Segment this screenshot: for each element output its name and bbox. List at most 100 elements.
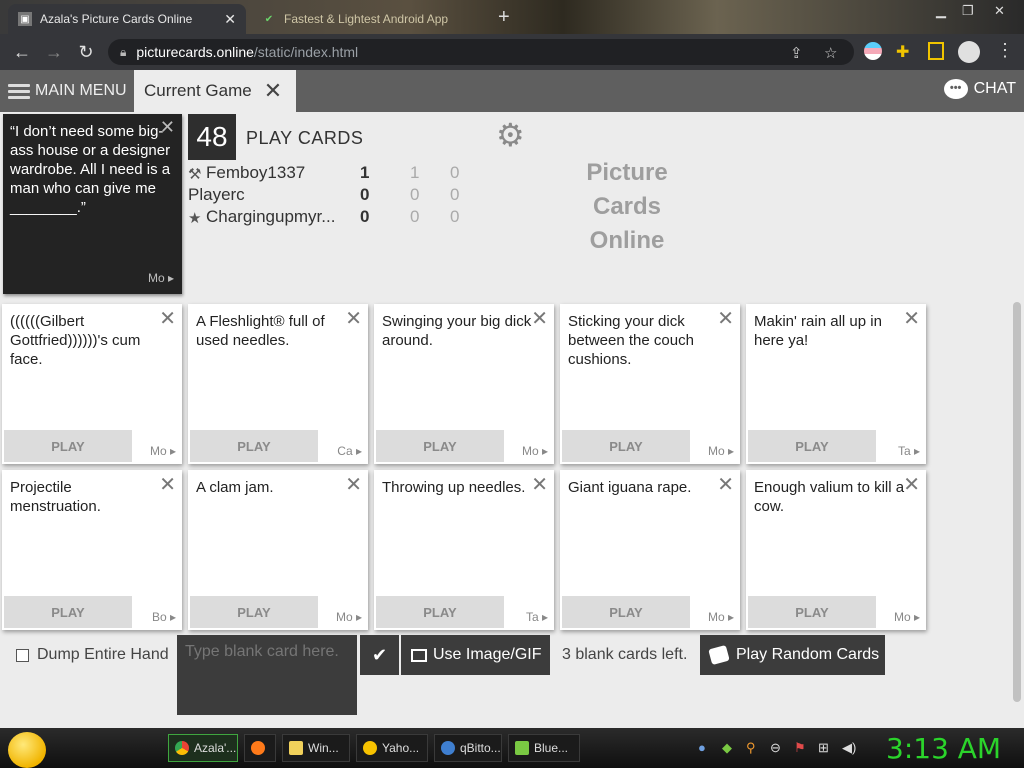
tab-current-game[interactable]: Current Game ✕ <box>134 70 296 112</box>
close-icon[interactable]: ✕ <box>531 472 548 497</box>
white-card[interactable]: ((((((Gilbert Gottfried))))))'s cum face… <box>2 304 182 464</box>
task-firefox[interactable] <box>244 734 276 762</box>
play-random-button[interactable]: Play Random Cards <box>700 635 885 675</box>
sidebar-panel-icon[interactable] <box>928 42 944 60</box>
play-button[interactable]: PLAY <box>748 596 876 628</box>
minus-tray-icon[interactable]: ⊖ <box>770 740 781 756</box>
white-card[interactable]: Makin' rain all up in here ya! ✕ PLAY Ta… <box>746 304 926 464</box>
play-button[interactable]: PLAY <box>376 596 504 628</box>
new-tab-button[interactable]: + <box>498 6 510 28</box>
dump-hand-checkbox[interactable]: Dump Entire Hand <box>16 646 169 664</box>
more-menu-icon[interactable]: ⋮ <box>996 40 1014 61</box>
qbittorrent-icon <box>441 741 455 755</box>
firefox-icon <box>251 741 265 755</box>
volume-tray-icon[interactable]: ◀) <box>842 740 856 756</box>
close-window-icon[interactable]: ✕ <box>994 3 1005 19</box>
profile-avatar-icon[interactable] <box>958 41 980 63</box>
bookmark-star-icon[interactable]: ☆ <box>824 44 837 62</box>
network-tray-icon[interactable]: ⊞ <box>818 740 829 756</box>
dice-icon <box>708 644 730 666</box>
chat-label: CHAT <box>973 80 1016 97</box>
white-card[interactable]: Swinging your big dick around. ✕ PLAY Mo… <box>374 304 554 464</box>
chat-button[interactable]: ••• CHAT <box>943 79 1016 99</box>
close-icon[interactable]: ✕ <box>903 472 920 497</box>
submit-blank-button[interactable]: ✔ <box>360 635 399 675</box>
task-yahoo[interactable]: Yaho... <box>356 734 428 762</box>
play-button[interactable]: PLAY <box>562 430 690 462</box>
logo-line: Online <box>589 227 665 254</box>
task-bluestacks[interactable]: Blue... <box>508 734 580 762</box>
close-icon[interactable]: ✕ <box>159 306 176 331</box>
play-button[interactable]: PLAY <box>190 596 318 628</box>
close-icon[interactable]: ✕ <box>345 306 362 331</box>
play-button[interactable]: PLAY <box>4 596 132 628</box>
task-explorer[interactable]: Win... <box>282 734 350 762</box>
blank-card-input[interactable] <box>177 635 357 715</box>
white-card[interactable]: Giant iguana rape. ✕ PLAY Mo ▸ <box>560 470 740 630</box>
logo-line: Cards <box>592 193 662 220</box>
start-smiley-icon[interactable] <box>8 732 46 768</box>
minimize-icon[interactable]: ▁ <box>936 3 946 19</box>
browser-tab-active[interactable]: ▣ Azala's Picture Cards Online ✕ <box>8 4 246 34</box>
card-owner: Mo ▸ <box>149 444 176 458</box>
play-button[interactable]: PLAY <box>4 430 132 462</box>
maximize-icon[interactable]: ❐ <box>962 3 974 19</box>
checkbox-icon[interactable] <box>16 648 29 662</box>
white-card[interactable]: Enough valium to kill a cow. ✕ PLAY Mo ▸ <box>746 470 926 630</box>
card-owner: Ta ▸ <box>897 444 920 458</box>
close-icon[interactable]: ✕ <box>345 472 362 497</box>
close-icon[interactable]: ✕ <box>531 306 548 331</box>
player-name: Playerc <box>188 185 245 204</box>
close-icon[interactable]: ✕ <box>717 472 734 497</box>
gear-icon[interactable]: ⚙ <box>496 116 525 154</box>
lock-icon: 🔒︎ <box>120 44 127 59</box>
white-card[interactable]: A Fleshlight® full of used needles. ✕ PL… <box>188 304 368 464</box>
play-button[interactable]: PLAY <box>190 430 318 462</box>
main-menu-button[interactable]: MAIN MENU <box>0 70 130 112</box>
task-chrome[interactable]: Azala'... <box>168 734 238 762</box>
back-arrow-icon[interactable]: ← <box>6 42 38 63</box>
browser-tab-inactive[interactable]: ✔ Fastest & Lightest Android App <box>252 4 492 34</box>
close-tab-icon[interactable]: ✕ <box>224 11 236 28</box>
close-icon[interactable]: ✕ <box>903 306 920 331</box>
card-owner: Bo ▸ <box>151 610 176 624</box>
white-card[interactable]: Projectile menstruation. ✕ PLAY Bo ▸ <box>2 470 182 630</box>
address-bar[interactable]: 🔒︎ picturecards.online/static/index.html… <box>108 39 854 65</box>
scrollbar[interactable] <box>1013 302 1021 702</box>
forward-arrow-icon[interactable]: → <box>38 42 70 63</box>
play-cards-label: PLAY CARDS <box>246 128 364 148</box>
black-card-text: “I don’t need some big-ass house or a de… <box>10 123 171 216</box>
extensions-puzzle-icon[interactable]: ✚ <box>896 42 909 62</box>
close-icon[interactable]: ✕ <box>717 306 734 331</box>
reload-icon[interactable]: ↻ <box>70 42 102 63</box>
qbittorrent-tray-icon[interactable]: ● <box>698 740 706 755</box>
close-game-icon[interactable]: ✕ <box>264 78 282 104</box>
white-card[interactable]: Sticking your dick between the couch cus… <box>560 304 740 464</box>
close-icon[interactable]: ✕ <box>160 118 175 137</box>
player-stat: 0 <box>450 185 460 204</box>
card-owner: Mo ▸ <box>707 610 734 624</box>
flag-tray-icon[interactable]: ⚑ <box>794 740 806 756</box>
close-icon[interactable]: ✕ <box>159 472 176 497</box>
folder-icon <box>289 741 303 755</box>
search-tray-icon[interactable]: ⚲ <box>746 740 756 756</box>
play-button[interactable]: PLAY <box>562 596 690 628</box>
white-card[interactable]: A clam jam. ✕ PLAY Mo ▸ <box>188 470 368 630</box>
card-owner: Mo ▸ <box>147 271 174 285</box>
extension-flag-icon[interactable] <box>864 42 882 60</box>
share-icon[interactable]: ⇪ <box>790 44 803 62</box>
task-qbittorrent[interactable]: qBitto... <box>434 734 502 762</box>
play-button[interactable]: PLAY <box>748 430 876 462</box>
play-button[interactable]: PLAY <box>376 430 504 462</box>
scoreboard: ⚒ Femboy1337 1 1 0 Playerc 0 0 0 ★ Charg… <box>188 163 478 229</box>
url-path: /static/index.html <box>253 44 359 60</box>
card-owner: Ca ▸ <box>337 444 362 458</box>
black-card[interactable]: “I don’t need some big-ass house or a de… <box>3 114 182 294</box>
clock[interactable]: 3:13 AM <box>886 732 1001 765</box>
player-stat: 0 <box>450 163 460 182</box>
blank-cards-left: 3 blank cards left. <box>562 646 688 663</box>
bluestacks-tray-icon[interactable]: ◆ <box>722 740 732 756</box>
use-image-button[interactable]: Use Image/GIF <box>401 635 550 675</box>
game-area: “I don’t need some big-ass house or a de… <box>0 112 1024 728</box>
white-card[interactable]: Throwing up needles. ✕ PLAY Ta ▸ <box>374 470 554 630</box>
